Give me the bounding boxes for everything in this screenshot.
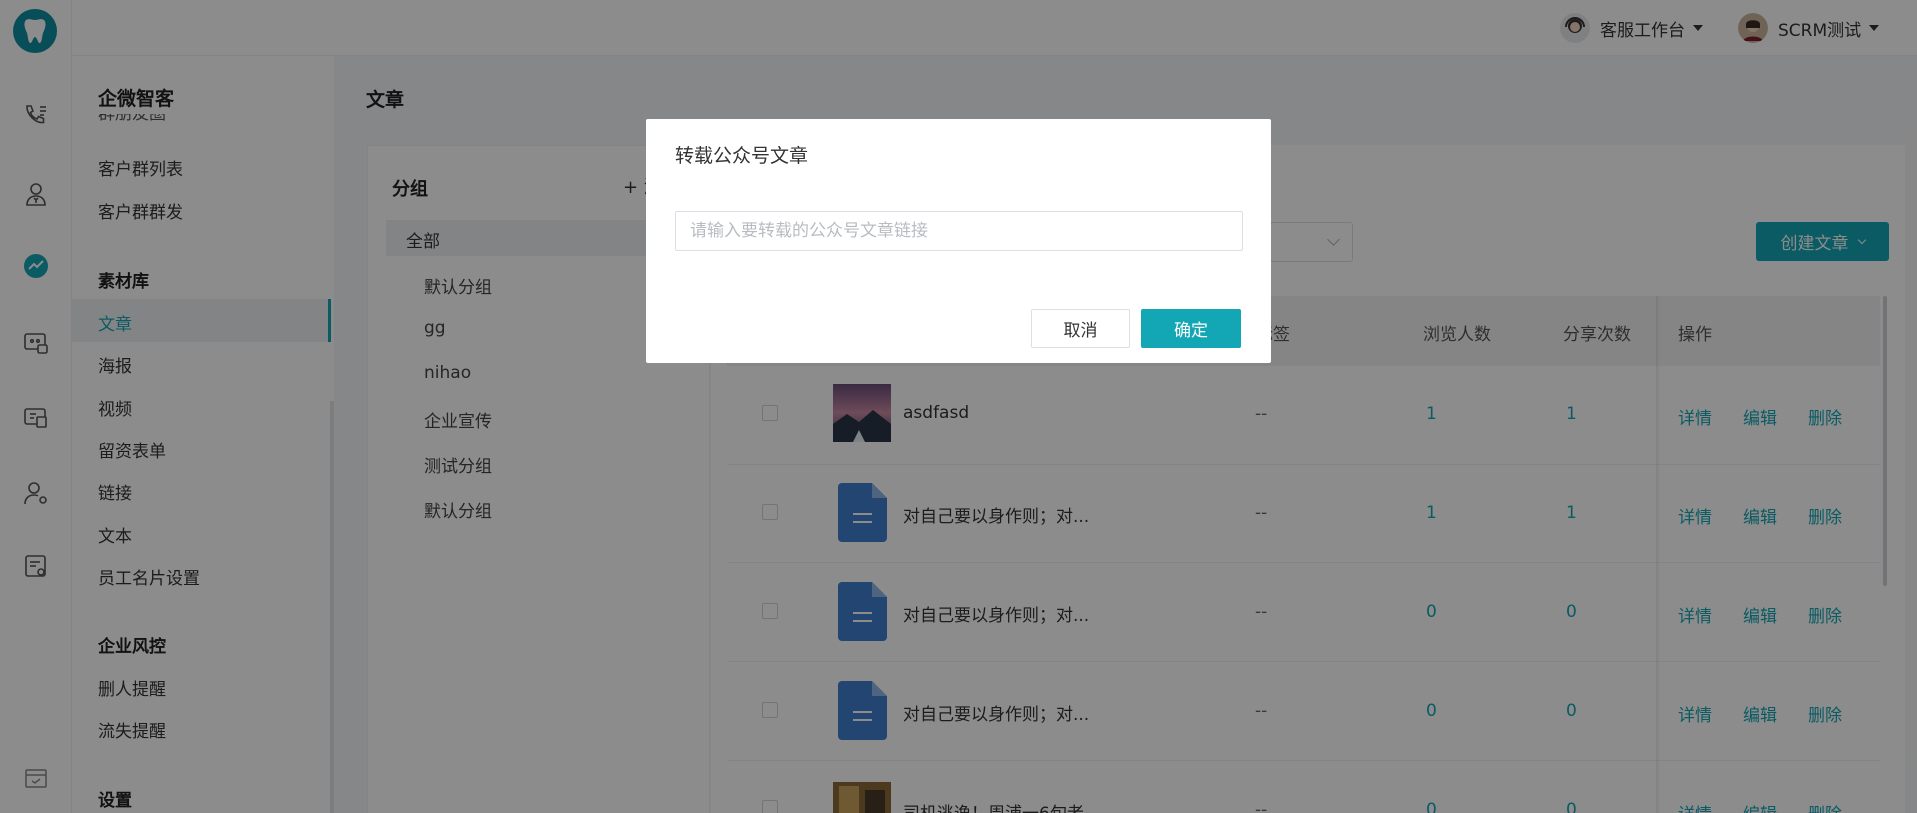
article-url-input[interactable]	[676, 212, 1242, 250]
repost-article-dialog: 转载公众号文章 取消 确定	[646, 119, 1271, 363]
dialog-title: 转载公众号文章	[675, 145, 809, 167]
confirm-button[interactable]: 确定	[1141, 309, 1241, 348]
article-url-field[interactable]	[675, 211, 1243, 251]
cancel-button[interactable]: 取消	[1031, 309, 1130, 348]
